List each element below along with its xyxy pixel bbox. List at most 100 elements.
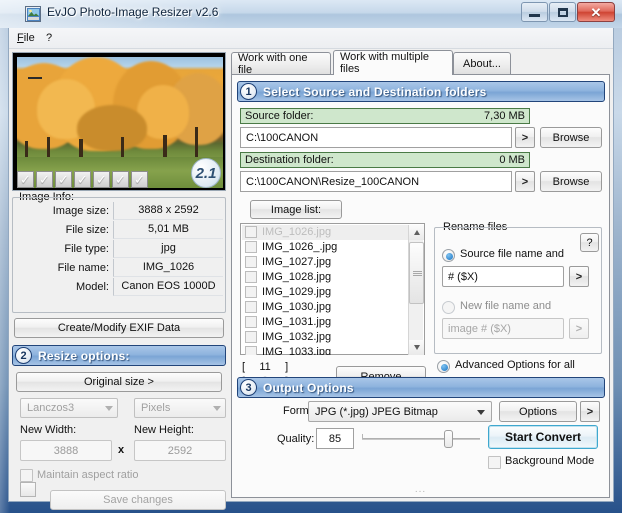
tab-about[interactable]: About...: [453, 52, 511, 74]
list-item[interactable]: IMG_1029.jpg: [242, 285, 409, 300]
new-pattern-dropdown-button[interactable]: >: [569, 318, 589, 339]
advanced-options-all-label: Advanced Options for all: [455, 359, 575, 371]
chevron-down-icon: [105, 406, 113, 411]
list-item-checkbox[interactable]: [245, 331, 257, 343]
format-select[interactable]: JPG (*.jpg) JPEG Bitmap: [308, 401, 492, 422]
table-row: File type: jpg: [13, 240, 225, 259]
new-file-name-radio[interactable]: [442, 301, 455, 314]
new-height-input[interactable]: 2592: [134, 440, 226, 461]
list-item-checkbox[interactable]: [245, 226, 257, 238]
units-select[interactable]: Pixels: [134, 398, 226, 418]
destination-path-input[interactable]: C:\100CANON\Resize_100CANON: [240, 171, 512, 192]
list-item-checkbox[interactable]: [245, 256, 257, 268]
thumbnail-check-row[interactable]: ✓ ✓ ✓ ✓ ✓ ✓ ✓: [17, 171, 148, 188]
format-options-dropdown-button[interactable]: >: [580, 401, 600, 422]
info-value: IMG_1026: [113, 259, 223, 277]
start-convert-button[interactable]: Start Convert: [488, 425, 598, 449]
image-list-box[interactable]: IMG_1026.jpg IMG_1026_.jpg IMG_1027.jpg: [240, 223, 425, 355]
quality-input[interactable]: 85: [316, 428, 354, 449]
list-item-checkbox[interactable]: [245, 241, 257, 253]
resample-filter-value: Lanczos3: [27, 402, 75, 414]
close-button[interactable]: ✕: [577, 2, 615, 22]
toggle-switch-icon: [20, 482, 36, 497]
new-width-label: New Width:: [20, 424, 77, 436]
check-icon[interactable]: ✓: [17, 171, 34, 188]
create-modify-exif-button[interactable]: Create/Modify EXIF Data: [14, 318, 224, 338]
chevron-down-icon: [413, 345, 420, 350]
list-item[interactable]: IMG_1031.jpg: [242, 315, 409, 330]
maintain-aspect-ratio-label: Maintain aspect ratio: [37, 469, 139, 481]
scroll-up-button[interactable]: [409, 225, 424, 240]
check-icon[interactable]: ✓: [55, 171, 72, 188]
info-value: jpg: [113, 240, 223, 258]
list-item-checkbox[interactable]: [245, 316, 257, 328]
original-size-button[interactable]: Original size >: [16, 372, 222, 392]
source-path-input[interactable]: C:\100CANON: [240, 127, 512, 148]
list-item[interactable]: IMG_1026_.jpg: [242, 240, 409, 255]
quality-slider[interactable]: [362, 428, 480, 449]
list-item[interactable]: IMG_1027.jpg: [242, 255, 409, 270]
list-item[interactable]: IMG_1028.jpg: [242, 270, 409, 285]
image-list-scrollbar[interactable]: [408, 225, 424, 355]
table-row: File name: IMG_1026: [13, 259, 225, 278]
new-file-name-label: New file name and: [460, 300, 552, 312]
advanced-options-all-radio[interactable]: [437, 360, 450, 373]
destination-folder-size: 0 MB: [499, 154, 525, 166]
new-pattern-input[interactable]: image # ($X): [442, 318, 564, 339]
list-item[interactable]: IMG_1032.jpg: [242, 330, 409, 345]
browse-source-button[interactable]: Browse: [540, 127, 602, 148]
info-value: 3888 x 2592: [113, 202, 223, 220]
check-icon[interactable]: ✓: [74, 171, 91, 188]
source-pattern-input[interactable]: # ($X): [442, 266, 564, 287]
check-icon[interactable]: ✓: [112, 171, 129, 188]
maintain-aspect-ratio-checkbox[interactable]: [20, 469, 33, 482]
info-key: File size:: [65, 224, 109, 236]
list-item-checkbox[interactable]: [245, 286, 257, 298]
slider-tick: [362, 434, 363, 439]
tab-work-with-multiple-files[interactable]: Work with multiple files: [333, 50, 453, 75]
info-value: Canon EOS 1000D: [113, 278, 223, 296]
source-path-dropdown-button[interactable]: >: [515, 127, 535, 148]
check-icon[interactable]: ✓: [131, 171, 148, 188]
step-2-badge: 2: [15, 347, 32, 364]
background-mode-checkbox[interactable]: [488, 456, 501, 469]
rename-help-button[interactable]: ?: [580, 233, 599, 252]
bracket-close: ]: [285, 361, 289, 373]
destination-folder-bar: Destination folder: 0 MB: [240, 152, 530, 168]
right-panel: Work with one file Work with multiple fi…: [231, 50, 610, 498]
tab-work-with-one-file[interactable]: Work with one file: [231, 52, 331, 76]
source-folder-size: 7,30 MB: [484, 110, 525, 122]
maximize-icon: [557, 7, 568, 17]
check-icon[interactable]: ✓: [36, 171, 53, 188]
list-item[interactable]: IMG_1026.jpg: [242, 225, 409, 240]
menu-item-help[interactable]: ?: [46, 32, 52, 44]
browse-destination-button[interactable]: Browse: [540, 171, 602, 192]
menu-item-file[interactable]: File: [17, 32, 35, 44]
save-changes-button[interactable]: Save changes: [50, 490, 226, 510]
image-preview[interactable]: 2.1 ✓ ✓ ✓ ✓ ✓ ✓ ✓: [12, 52, 226, 191]
maximize-button[interactable]: [549, 2, 576, 22]
slider-thumb[interactable]: [444, 430, 453, 448]
resample-filter-select[interactable]: Lanczos3: [20, 398, 118, 418]
list-item-checkbox[interactable]: [245, 346, 257, 355]
list-item-checkbox[interactable]: [245, 271, 257, 283]
minimize-button[interactable]: [521, 2, 548, 22]
info-key: Model:: [75, 281, 109, 293]
list-item-label: IMG_1030.jpg: [262, 301, 332, 313]
new-width-input[interactable]: 3888: [20, 440, 112, 461]
list-item[interactable]: IMG_1030.jpg: [242, 300, 409, 315]
destination-path-dropdown-button[interactable]: >: [515, 171, 535, 192]
list-item[interactable]: IMG_1033.jpg: [242, 345, 409, 355]
check-icon[interactable]: ✓: [93, 171, 110, 188]
format-options-button[interactable]: Options: [499, 401, 577, 422]
background-mode-label: Background Mode: [505, 455, 595, 467]
source-pattern-dropdown-button[interactable]: >: [569, 266, 589, 287]
slider-track: [362, 438, 480, 440]
left-panel: 2.1 ✓ ✓ ✓ ✓ ✓ ✓ ✓ Image Info: Image size…: [12, 52, 228, 510]
source-file-name-radio[interactable]: [442, 249, 455, 262]
scrollbar-thumb[interactable]: [409, 242, 424, 304]
new-height-label: New Height:: [134, 424, 194, 436]
scroll-down-button[interactable]: [409, 340, 424, 355]
image-list-button[interactable]: Image list:: [250, 200, 342, 219]
list-item-checkbox[interactable]: [245, 301, 257, 313]
